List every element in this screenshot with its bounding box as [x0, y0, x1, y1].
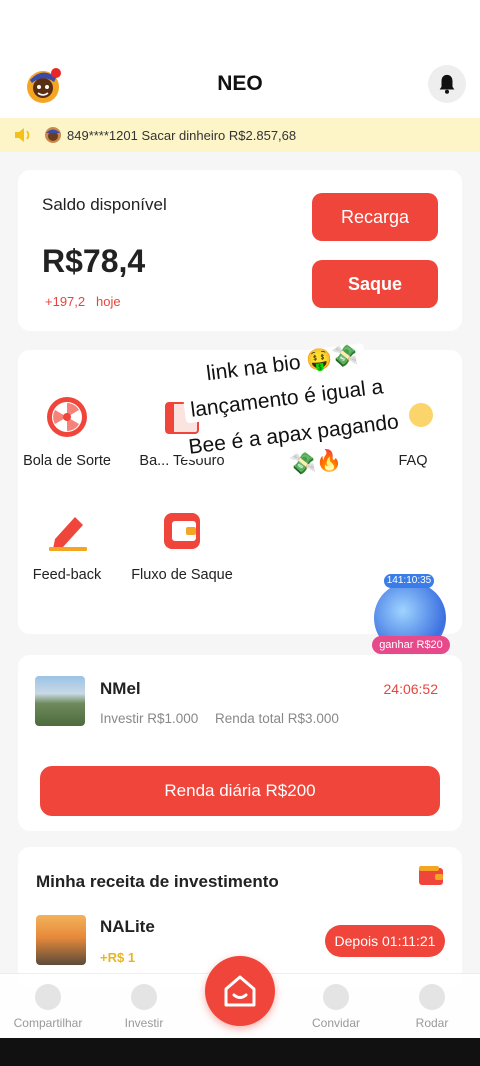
nav-label: Investir — [124, 1016, 164, 1030]
system-nav-bar — [0, 1038, 480, 1066]
product-invest: Investir R$1.000 — [100, 711, 199, 726]
investment-name: NALite — [100, 917, 155, 936]
status-bar — [0, 0, 480, 52]
balance-card: Saldo disponível R$78,4 +197,2 hoje Reca… — [18, 170, 462, 331]
feature-label: Feed-back — [32, 567, 102, 583]
product-timer: 24:06:52 — [383, 681, 439, 697]
balance-change: +197,2 — [45, 294, 86, 309]
investment-image — [36, 915, 86, 965]
product-image — [35, 676, 85, 726]
feature-label: Fluxo de Saque — [131, 567, 233, 583]
nav-convidar[interactable]: Convidar — [288, 984, 384, 1030]
product-card: NMel 24:06:52 Investir R$1.000 Renda tot… — [18, 655, 462, 831]
overlay-line: 💸🔥 — [282, 447, 350, 479]
share-icon — [35, 984, 61, 1010]
app-header: NEO — [0, 52, 480, 118]
nav-label: Rodar — [415, 1016, 449, 1030]
balance-label: Saldo disponível — [42, 195, 167, 214]
invite-icon — [323, 984, 349, 1010]
promo-text-overlay: link na bio 🤑💸 lançamento é igual a Bee … — [160, 343, 460, 495]
nav-label: Compartilhar — [13, 1016, 83, 1030]
saque-button[interactable]: Saque — [312, 260, 438, 308]
reward-timer: 141:10:35 — [384, 574, 434, 588]
pencil-icon — [44, 508, 90, 554]
depois-button[interactable]: Depois 01:11:21 — [325, 925, 445, 957]
spin-icon — [419, 984, 445, 1010]
feature-fluxo-de-saque[interactable]: Fluxo de Saque — [122, 508, 242, 584]
speaker-icon — [14, 127, 32, 148]
reward-label: ganhar R$20 — [372, 636, 450, 654]
ticker-user-icon — [44, 126, 62, 144]
feature-bola-de-sorte[interactable]: Bola de Sorte — [7, 394, 127, 470]
nav-compartilhar[interactable]: Compartilhar — [0, 984, 96, 1030]
nav-investir[interactable]: Investir — [96, 984, 192, 1030]
feature-feedback[interactable]: Feed-back — [7, 508, 127, 584]
lucky-wheel-icon — [44, 394, 90, 440]
renda-diaria-button[interactable]: Renda diária R$200 — [40, 766, 440, 816]
recarga-button[interactable]: Recarga — [312, 193, 438, 241]
balance-value: R$78,4 — [42, 243, 146, 279]
home-button[interactable] — [205, 956, 275, 1026]
nav-label: Convidar — [311, 1016, 361, 1030]
investment-gain: +R$ 1 — [100, 950, 136, 965]
announcement-ticker: 849****1201 Sacar dinheiro R$2.857,68 — [0, 118, 480, 152]
feature-label: Bola de Sorte — [23, 453, 111, 469]
nav-rodar[interactable]: Rodar — [384, 984, 480, 1030]
balance-change-period: hoje — [96, 294, 121, 309]
reward-float-button[interactable]: 141:10:35 ganhar R$20 — [372, 574, 450, 654]
product-total: Renda total R$3.000 — [215, 711, 339, 726]
invest-icon — [131, 984, 157, 1010]
wallet-icon — [418, 865, 444, 887]
page-title: NEO — [217, 72, 263, 95]
section-title: Minha receita de investimento — [36, 872, 279, 891]
notification-bell-icon[interactable] — [428, 65, 466, 103]
product-name: NMel — [100, 679, 141, 698]
home-icon — [224, 975, 256, 1007]
wallet-icon — [159, 508, 205, 554]
ticker-text: 849****1201 Sacar dinheiro R$2.857,68 — [67, 128, 297, 143]
